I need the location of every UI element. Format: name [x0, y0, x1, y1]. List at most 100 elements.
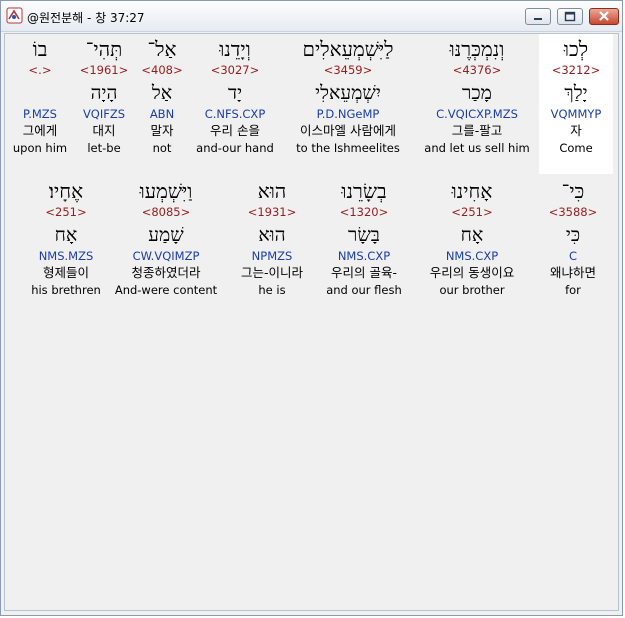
morphology: C [568, 249, 578, 263]
korean-gloss: 말자 [150, 123, 174, 138]
word-0-1[interactable]: וְנִמְכְּרֶנּוּ <4376> מָכַר C.VQICXP.MZ… [417, 36, 537, 156]
hebrew-word: לְכוּ [563, 37, 589, 61]
morphology: VQIFZS [82, 107, 126, 121]
korean-gloss: 형제들이 [42, 265, 89, 280]
word-0-3[interactable]: וְיָדֵנוּ <3027> יָד C.NFS.CXP 우리 손을 and… [193, 36, 277, 156]
lemma: יִשְׁמְעֵאלִי [315, 82, 381, 104]
word-1-1[interactable]: אָחִינוּ <251> אָח NMS.CXP 우리의 동생이요 our … [415, 178, 529, 298]
lemma: שָׁמַע [148, 224, 184, 246]
hebrew-word: אֶחָיו׃ [48, 179, 84, 203]
word-0-2[interactable]: לַיִּשְׁמְעֵאלִים <3459> יִשְׁמְעֵאלִי P… [281, 36, 415, 156]
word-1-2[interactable]: בְשָׂרֵנוּ <1320> בָּשָׂר NMS.CXP 우리의 골육… [317, 178, 411, 298]
lemma: בָּשָׂר [348, 224, 380, 246]
close-button[interactable] [589, 8, 619, 25]
korean-gloss: 그는-이니라 [240, 265, 303, 280]
english-gloss: and let us sell him [424, 141, 530, 155]
hebrew-word: לַיִּשְׁמְעֵאלִים [302, 37, 394, 61]
strong-number: <.> [28, 63, 52, 77]
word-1-5[interactable]: אֶחָיו׃ <251> אָח NMS.MZS 형제들이 his breth… [25, 178, 107, 298]
korean-gloss: 왜냐하면 [549, 265, 596, 280]
strong-number: <3212> [551, 63, 601, 77]
morphology: VQMMYP [550, 107, 602, 121]
strong-number: <3588> [548, 205, 598, 219]
hebrew-word: אָחִינוּ [451, 179, 493, 203]
english-gloss: to the Ishmeelites [296, 141, 400, 155]
maximize-icon [564, 11, 576, 22]
hebrew-word: בוֹ [32, 37, 48, 61]
english-gloss: And-were content [114, 283, 218, 297]
app-icon [6, 7, 23, 24]
lemma [9, 78, 71, 106]
hebrew-word: כִּי־ [561, 179, 585, 203]
strong-number: <408> [141, 63, 183, 77]
korean-gloss: 대지 [92, 123, 116, 138]
english-gloss: he is [258, 283, 286, 297]
korean-gloss: 그를-팔고 [451, 123, 503, 138]
english-gloss: and-our hand [196, 141, 274, 155]
strong-number: <1320> [339, 205, 389, 219]
lemma: אָח [54, 224, 78, 246]
strong-number: <3459> [323, 63, 373, 77]
korean-gloss: 우리의 동생이요 [429, 265, 515, 280]
english-gloss: let-be [87, 141, 121, 155]
strong-number: <1931> [247, 205, 297, 219]
maximize-button[interactable] [557, 8, 583, 25]
morphology: P.MZS [23, 107, 57, 121]
minimize-icon [534, 18, 542, 20]
english-gloss: and our flesh [326, 283, 402, 297]
strong-number: <251> [451, 205, 493, 219]
window-title: @원전분해 - 창 37:27 [27, 11, 145, 25]
word-0-6[interactable]: בוֹ <.> P.MZS 그에게 upon him [9, 36, 71, 156]
hebrew-word: תְּהִי־ [85, 37, 123, 61]
morphology: P.D.NGeMP [316, 107, 380, 121]
lemma: אָח [460, 224, 484, 246]
close-icon [599, 11, 609, 21]
hebrew-word: הוּא [257, 179, 287, 203]
english-gloss: Come [559, 141, 593, 155]
strong-number: <1961> [79, 63, 129, 77]
morphology: ABN [149, 107, 175, 121]
word-1-4[interactable]: וַיִּשְׁמְעוּ <8085> שָׁמַע CW.VQIMZP 청종… [111, 178, 221, 298]
morphology: NMS.CXP [337, 249, 391, 263]
strong-number: <3027> [210, 63, 260, 77]
morphology: C.VQICXP.MZS [436, 107, 518, 121]
korean-gloss: 이스마엘 사람에게 [300, 123, 396, 138]
hebrew-word: אַל־ [147, 37, 177, 61]
hebrew-word: וְיָדֵנוּ [219, 37, 251, 61]
korean-gloss: 청종하였더라 [131, 265, 201, 280]
word-1-0[interactable]: כִּי־ <3588> כִּי C 왜냐하면 for [539, 178, 607, 298]
lemma: אַל [151, 82, 173, 104]
morphology: CW.VQIMZP [132, 249, 200, 263]
lemma: כִּי [565, 224, 581, 246]
lemma: יָד [227, 82, 243, 104]
english-gloss: upon him [12, 141, 68, 155]
word-0-5[interactable]: תְּהִי־ <1961> הָיָה VQIFZS 대지 let-be [77, 36, 131, 156]
english-gloss: not [152, 141, 172, 155]
word-1-3[interactable]: הוּא <1931> הוּא NPMZS 그는-이니라 he is [231, 178, 313, 298]
lemma: הוּא [258, 224, 286, 246]
korean-gloss: 자 [570, 123, 582, 138]
morphology: NMS.CXP [445, 249, 499, 263]
english-gloss: his brethren [31, 283, 101, 297]
hebrew-word: בְשָׂרֵנוּ [341, 179, 387, 203]
verse-panel[interactable]: לְכוּ <3212> יָלַךְ VQMMYP 자 Come וְנִמְ… [4, 33, 619, 611]
word-0-0[interactable]: לְכוּ <3212> יָלַךְ VQMMYP 자 Come [539, 36, 613, 156]
hebrew-word: וַיִּשְׁמְעוּ [139, 179, 193, 203]
strong-number: <4376> [452, 63, 502, 77]
title-bar[interactable]: @원전분해 - 창 37:27 [1, 1, 622, 32]
lemma: יָלַךְ [564, 82, 588, 104]
english-gloss: for [565, 283, 581, 297]
strong-number: <251> [45, 205, 87, 219]
lemma: הָיָה [90, 82, 118, 104]
english-gloss: our brother [439, 283, 505, 297]
minimize-button[interactable] [525, 8, 551, 25]
lemma: מָכַר [462, 82, 492, 104]
korean-gloss: 우리 손을 [210, 123, 260, 138]
word-0-4[interactable]: אַל־ <408> אַל ABN 말자 not [139, 36, 185, 156]
strong-number: <8085> [141, 205, 191, 219]
main-window: @원전분해 - 창 37:27 לְכוּ <3212> יָלַךְ VQMM… [0, 0, 623, 616]
korean-gloss: 그에게 [22, 123, 58, 138]
morphology: NMS.MZS [38, 249, 94, 263]
korean-gloss: 우리의 골육- [331, 265, 397, 280]
morphology: NPMZS [251, 249, 293, 263]
